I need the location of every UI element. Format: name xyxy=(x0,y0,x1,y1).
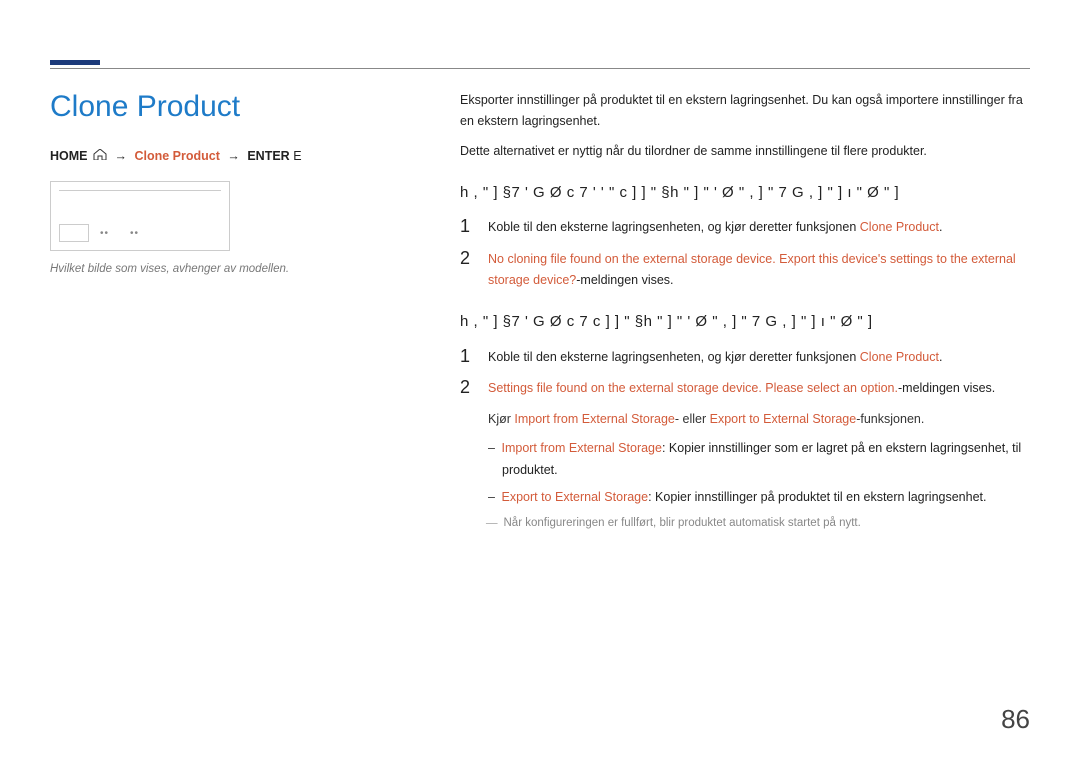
kjor-line: Kjør Import from External Storage- eller… xyxy=(488,409,1030,430)
step-text-post: -meldingen vises. xyxy=(576,273,673,287)
breadcrumb: HOME → Clone Product → ENTER E xyxy=(50,149,420,163)
bullet-export: ‒ Export to External Storage: Kopier inn… xyxy=(502,487,1030,508)
right-column: Eksporter innstillinger på produktet til… xyxy=(460,90,1030,534)
page-number: 86 xyxy=(1001,704,1030,735)
step-number: 2 xyxy=(460,249,488,269)
intro-paragraph-1: Eksporter innstillinger på produktet til… xyxy=(460,90,1030,133)
clone-product-link: Clone Product xyxy=(860,350,939,364)
arrow-icon: → xyxy=(227,149,240,163)
step-text: Koble til den eksterne lagringsenheten, … xyxy=(488,347,1030,368)
section2-step1: 1 Koble til den eksterne lagringsenheten… xyxy=(460,347,1030,368)
breadcrumb-clone-product: Clone Product xyxy=(134,149,219,163)
header-divider xyxy=(50,68,1030,69)
step-text-post: . xyxy=(939,220,942,234)
section1-step1: 1 Koble til den eksterne lagringsenheten… xyxy=(460,217,1030,238)
kjor-pre: Kjør xyxy=(488,412,514,426)
bullet-dash: ‒ xyxy=(488,487,498,508)
kjor-mid: - eller xyxy=(675,412,710,426)
section1-heading: h , " ] §7 ' G Ø c 7 ' ' " c ] ] " §h " … xyxy=(460,180,1030,206)
page-title: Clone Product xyxy=(50,90,420,124)
import-label: Import from External Storage xyxy=(501,441,661,455)
device-port xyxy=(59,224,89,242)
breadcrumb-home: HOME xyxy=(50,149,88,163)
step-number: 2 xyxy=(460,378,488,398)
intro-paragraph-2: Dette alternativet er nyttig når du tilo… xyxy=(460,141,1030,162)
export-desc: : Kopier innstillinger på produktet til … xyxy=(648,490,986,504)
device-dots: •• xyxy=(130,228,139,239)
bullet-dash: ‒ xyxy=(488,438,498,459)
kjor-post: -funksjonen. xyxy=(856,412,924,426)
export-label: Export to External Storage xyxy=(501,490,648,504)
arrow-icon: → xyxy=(114,149,127,163)
step-number: 1 xyxy=(460,217,488,237)
step-text-pre: Koble til den eksterne lagringsenheten, … xyxy=(488,350,860,364)
left-column: Clone Product HOME → Clone Product → ENT… xyxy=(50,90,420,534)
device-illustration: •• •• xyxy=(50,181,230,251)
step-text: Koble til den eksterne lagringsenheten, … xyxy=(488,217,1030,238)
no-cloning-message: No cloning file found on the external st… xyxy=(488,252,1016,287)
section2-heading: h , " ] §7 ' G Ø c 7 c ] ] " §h " ] " ' … xyxy=(460,309,1030,335)
step-text-post: . xyxy=(939,350,942,364)
footnote-text: Når konfigureringen er fullført, blir pr… xyxy=(504,514,861,534)
home-icon xyxy=(93,149,107,160)
step-text-pre: Koble til den eksterne lagringsenheten, … xyxy=(488,220,860,234)
bullet-import: ‒ Import from External Storage: Kopier i… xyxy=(502,438,1030,481)
step-number: 1 xyxy=(460,347,488,367)
step-text: No cloning file found on the external st… xyxy=(488,249,1030,292)
footnote: ― Når konfigureringen er fullført, blir … xyxy=(486,514,1030,534)
main-content: Clone Product HOME → Clone Product → ENT… xyxy=(50,90,1030,534)
export-link: Export to External Storage xyxy=(710,412,857,426)
device-dots: •• xyxy=(100,228,109,239)
image-caption: Hvilket bilde som vises, avhenger av mod… xyxy=(50,263,420,275)
footnote-mark: ― xyxy=(486,514,498,534)
header-accent xyxy=(50,60,100,65)
step-text: Settings file found on the external stor… xyxy=(488,378,1030,399)
breadcrumb-enter-suffix: E xyxy=(293,149,301,163)
import-link: Import from External Storage xyxy=(514,412,674,426)
breadcrumb-enter: ENTER xyxy=(247,149,289,163)
section1-step2: 2 No cloning file found on the external … xyxy=(460,249,1030,292)
step-text-post: -meldingen vises. xyxy=(898,381,995,395)
settings-found-message: Settings file found on the external stor… xyxy=(488,381,898,395)
section2-step2: 2 Settings file found on the external st… xyxy=(460,378,1030,399)
clone-product-link: Clone Product xyxy=(860,220,939,234)
